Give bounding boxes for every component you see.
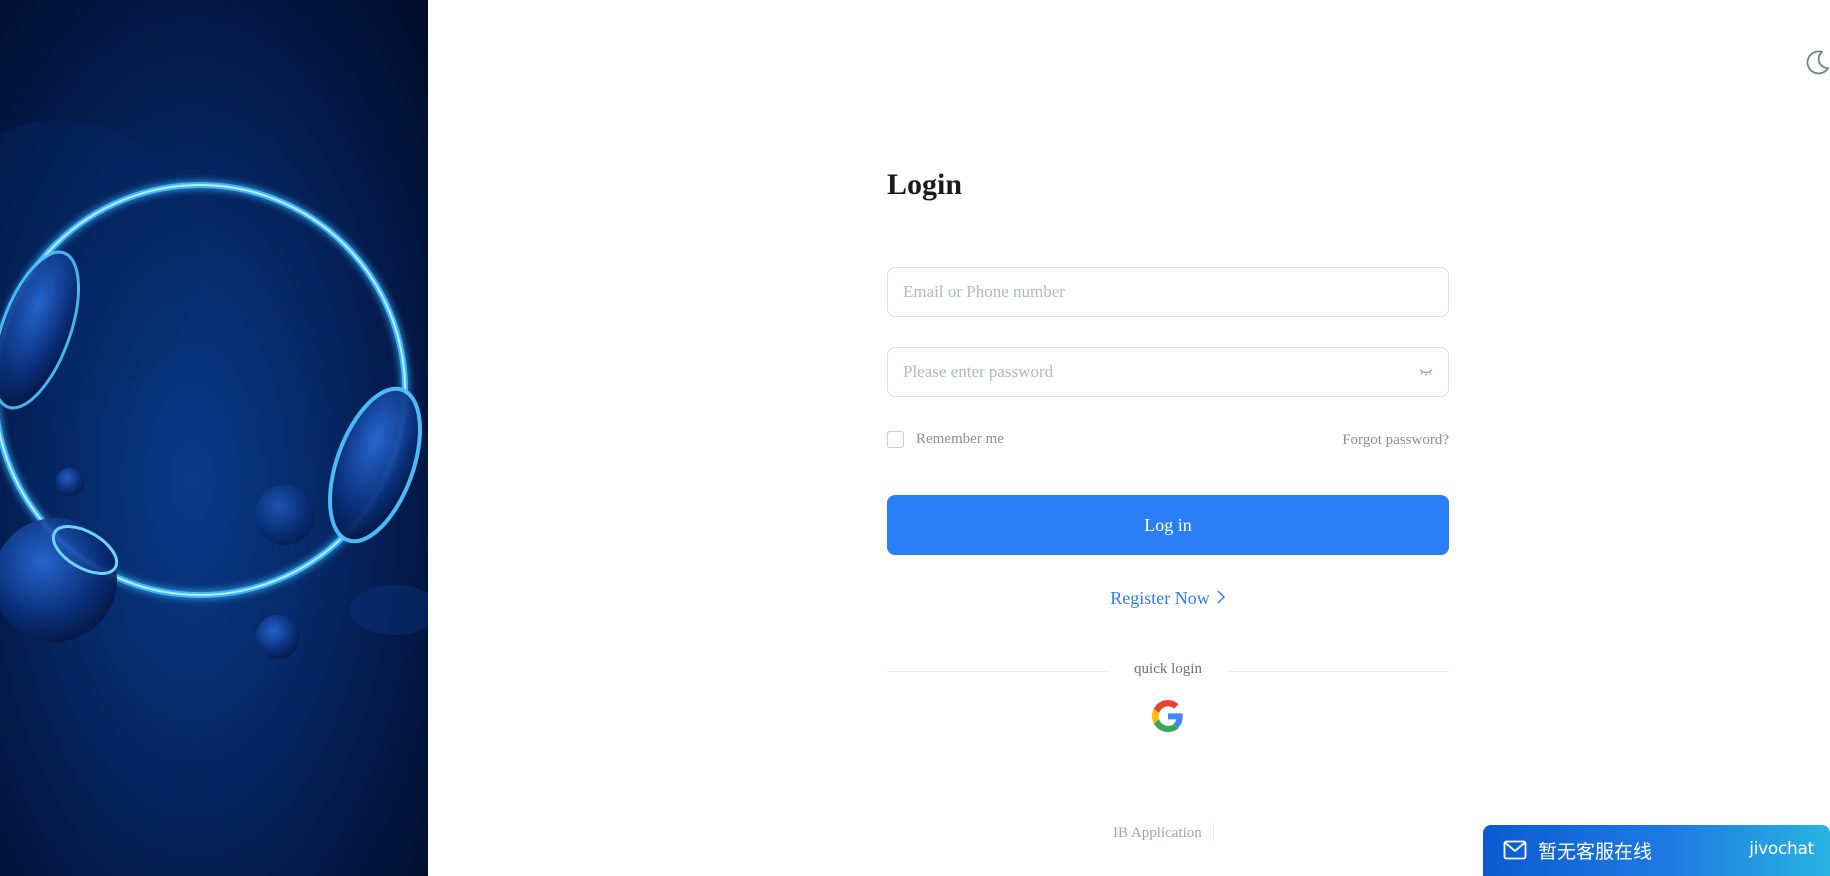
register-now-link[interactable]: Register Now	[887, 588, 1449, 609]
theme-toggle-button[interactable]	[1802, 46, 1830, 76]
forgot-password-link[interactable]: Forgot password?	[1342, 432, 1449, 449]
moon-icon	[1806, 50, 1829, 75]
chat-status-text: 暂无客服在线	[1538, 841, 1653, 863]
quick-login-divider: quick login	[887, 660, 1449, 682]
eye-closed-icon[interactable]	[1418, 365, 1434, 379]
password-input[interactable]	[888, 348, 1448, 396]
live-chat-widget[interactable]: 暂无客服在线 jivochat	[1483, 825, 1830, 876]
decorative-background-panel	[0, 0, 428, 876]
ib-application-link[interactable]: IB Application	[1113, 825, 1202, 842]
page-title: Login	[887, 168, 963, 201]
remember-me-checkbox[interactable]	[887, 431, 904, 448]
google-icon	[1152, 700, 1183, 732]
password-field-container	[887, 347, 1449, 397]
google-login-button[interactable]	[1152, 700, 1184, 732]
remember-row: Remember me Forgot password?	[887, 430, 1449, 452]
footer-divider	[1213, 823, 1214, 841]
divider-line	[1227, 671, 1449, 672]
quick-login-label: quick login	[1134, 661, 1202, 677]
register-now-label: Register Now	[1110, 588, 1210, 608]
glowing-rings-illustration	[0, 120, 428, 659]
jivochat-logo: jivochat	[1749, 839, 1814, 859]
chevron-right-icon	[1216, 588, 1226, 609]
email-field-container	[887, 267, 1449, 317]
mail-icon	[1503, 840, 1527, 860]
login-button[interactable]: Log in	[887, 495, 1449, 555]
remember-me-label[interactable]: Remember me	[916, 431, 1004, 448]
email-input[interactable]	[888, 268, 1448, 316]
